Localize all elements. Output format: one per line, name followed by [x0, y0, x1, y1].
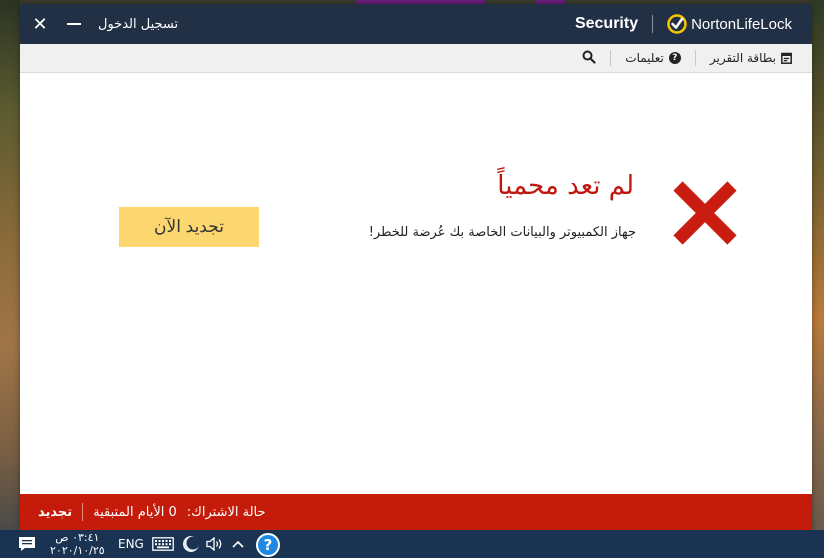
- norton-window: ✕ تسجيل الدخول Security NortonLifeLock ت…: [20, 4, 812, 530]
- titlebar: ✕ تسجيل الدخول Security NortonLifeLock: [20, 4, 812, 44]
- keyboard-icon: [152, 537, 174, 551]
- status-message: جهاز الكمبيوتر والبيانات الخاصة بك عُرضة…: [368, 225, 636, 240]
- notifications-button[interactable]: [18, 530, 36, 558]
- brand-divider: [652, 15, 654, 33]
- norton-tray-button[interactable]: [182, 530, 200, 558]
- volume-button[interactable]: [206, 530, 224, 558]
- report-card-label: بطاقة التقرير: [709, 51, 776, 65]
- sign-in-link[interactable]: تسجيل الدخول: [98, 17, 178, 32]
- chevron-up-icon: [232, 540, 244, 548]
- close-button[interactable]: ✕: [30, 13, 50, 35]
- norton-checkmark-icon: [667, 14, 687, 34]
- keyboard-button[interactable]: [152, 530, 174, 558]
- days-remaining: 0 الأيام المتبقية: [93, 504, 177, 520]
- status-panel: لم تعد محمياً جهاز الكمبيوتر والبيانات ا…: [20, 73, 812, 494]
- show-hidden-icons-button[interactable]: [232, 530, 244, 558]
- action-center-icon: [19, 537, 35, 551]
- product-name: Security: [574, 15, 639, 32]
- toolbar-divider: [610, 50, 612, 66]
- volume-icon: [206, 537, 222, 551]
- desktop-background-right: [812, 0, 824, 530]
- minimize-icon: [67, 23, 81, 25]
- clock[interactable]: ٠٣:٤١ ص ٢٠٢٠/١٠/٢٥: [50, 531, 105, 557]
- red-x-icon: [673, 181, 737, 245]
- subscription-label: حالة الاشتراك:: [186, 504, 266, 520]
- title-controls: ✕ تسجيل الدخول: [30, 13, 178, 35]
- taskbar: ٠٣:٤١ ص ٢٠٢٠/١٠/٢٥ ENG ?: [0, 530, 824, 558]
- brand-name: NortonLifeLock: [691, 15, 792, 33]
- renew-link[interactable]: تجديد: [38, 505, 72, 520]
- minimize-button[interactable]: [64, 14, 84, 34]
- toolbar: تعليمات ? بطاقة التقرير: [20, 44, 812, 73]
- brand: Security NortonLifeLock: [575, 14, 792, 34]
- clock-time: ٠٣:٤١ ص: [55, 531, 100, 544]
- clock-date: ٢٠٢٠/١٠/٢٥: [50, 544, 105, 557]
- calendar-icon: [781, 52, 792, 64]
- renew-now-button[interactable]: تجديد الآن: [119, 207, 259, 247]
- help-tray-icon[interactable]: ?: [256, 533, 280, 557]
- report-card-menu[interactable]: بطاقة التقرير: [710, 51, 792, 65]
- footer-divider: [82, 503, 84, 521]
- subscription-bar: حالة الاشتراك: 0 الأيام المتبقية تجديد: [20, 494, 812, 530]
- help-label: تعليمات: [625, 51, 664, 65]
- status-headline: لم تعد محمياً: [497, 171, 634, 201]
- norton-tray-icon: [183, 536, 200, 552]
- help-icon: ?: [668, 52, 681, 64]
- desktop-background-left: [0, 0, 20, 530]
- close-icon: ✕: [32, 13, 48, 35]
- toolbar-divider: [694, 50, 696, 66]
- help-menu[interactable]: تعليمات ?: [625, 51, 681, 65]
- search-icon[interactable]: [582, 50, 596, 67]
- norton-logo: NortonLifeLock: [667, 14, 792, 34]
- language-indicator[interactable]: ENG: [118, 530, 144, 558]
